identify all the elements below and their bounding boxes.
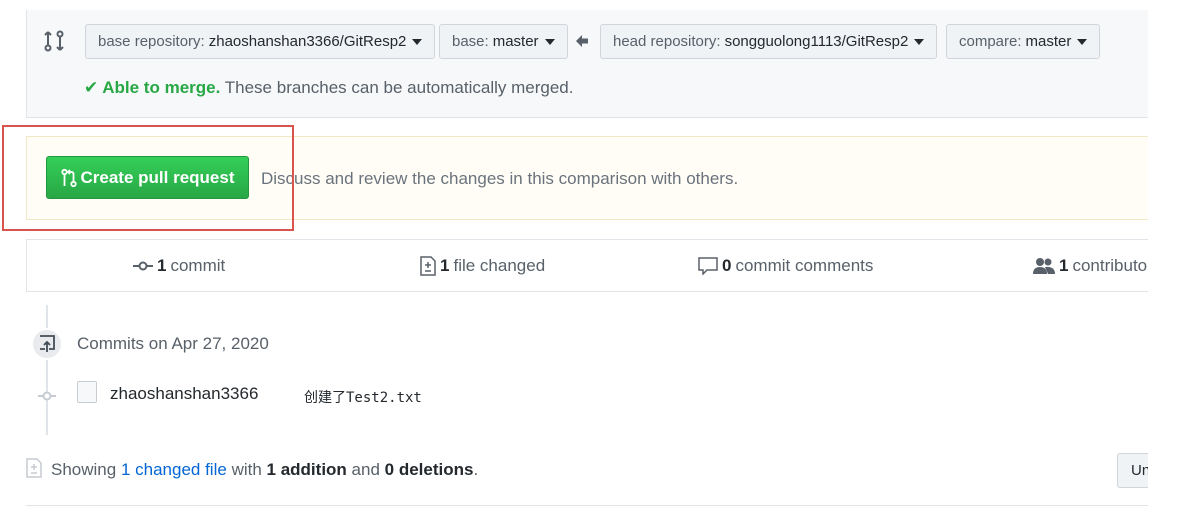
files-label: file changed	[453, 256, 546, 275]
commits-count: 1	[157, 256, 167, 275]
commit-day-heading: Commits on Apr 27, 2020	[77, 334, 269, 353]
file-diff-icon	[26, 458, 42, 478]
files-count: 1	[440, 256, 450, 275]
summary-commits[interactable]: 1 commit	[133, 256, 225, 276]
arrow-left-icon	[576, 35, 588, 47]
compare-branch-value: master	[1025, 33, 1072, 50]
commit-day-badge	[31, 328, 63, 360]
and-text: and	[351, 460, 380, 479]
people-icon	[1033, 258, 1055, 274]
deletions-count: 0 deletions	[384, 460, 474, 479]
caret-down-icon	[412, 38, 423, 45]
highlight-annotation-box	[2, 125, 294, 231]
summary-commit-comments[interactable]: 0 commit comments	[698, 256, 873, 276]
repo-push-icon	[40, 335, 55, 352]
avatar[interactable]	[77, 381, 97, 403]
changed-files-link[interactable]: 1 changed file	[121, 460, 227, 479]
base-branch-value: master	[492, 33, 539, 50]
caret-down-icon	[914, 38, 925, 45]
contributors-count: 1	[1059, 256, 1069, 275]
base-branch-label: base:	[452, 33, 489, 50]
period-text: .	[473, 460, 479, 479]
base-repository-label: base repository:	[98, 33, 205, 50]
comments-count: 0	[722, 256, 732, 275]
timeline-line	[46, 305, 48, 435]
commit-author[interactable]: zhaoshanshan3366	[110, 384, 258, 404]
compare-icon	[44, 30, 64, 52]
with-text: with	[231, 460, 262, 479]
file-diff-icon	[420, 256, 436, 276]
caret-down-icon	[544, 38, 555, 45]
commit-node-icon	[38, 391, 56, 401]
commits-label: commit	[170, 256, 226, 275]
showing-text: Showing	[51, 460, 117, 479]
base-branch-dropdown[interactable]: base: master	[439, 24, 568, 59]
check-icon: ✔	[84, 78, 99, 97]
additions-count: 1 addition	[266, 460, 347, 479]
head-repository-label: head repository:	[613, 33, 721, 50]
merge-status-detail: These branches can be automatically merg…	[224, 78, 574, 97]
comment-icon	[698, 257, 718, 275]
compare-branch-dropdown[interactable]: compare: master	[946, 24, 1101, 59]
caret-down-icon	[1077, 38, 1088, 45]
file-summary: Showing 1 changed file with 1 addition a…	[51, 460, 478, 480]
contributors-label: contributo	[1072, 256, 1148, 275]
comments-label: commit comments	[735, 256, 874, 275]
commit-icon	[133, 261, 153, 271]
compare-branch-label: compare:	[959, 33, 1022, 50]
head-repository-dropdown[interactable]: head repository: songguolong1113/GitResp…	[600, 24, 938, 59]
base-repository-value: zhaoshanshan3366/GitResp2	[208, 33, 407, 50]
create-pr-description: Discuss and review the changes in this c…	[261, 169, 739, 188]
commit-message[interactable]: 创建了Test2.txt	[304, 387, 422, 407]
merge-status-ok: Able to merge.	[102, 78, 221, 97]
summary-files-changed[interactable]: 1 file changed	[420, 256, 545, 276]
merge-status: ✔ Able to merge. These branches can be au…	[84, 78, 573, 98]
summary-contributors[interactable]: 1 contributo	[1033, 256, 1147, 276]
base-repository-dropdown[interactable]: base repository: zhaoshanshan3366/GitRes…	[85, 24, 436, 59]
viewport-edge	[1148, 0, 1179, 506]
head-repository-value: songguolong1113/GitResp2	[724, 33, 909, 50]
